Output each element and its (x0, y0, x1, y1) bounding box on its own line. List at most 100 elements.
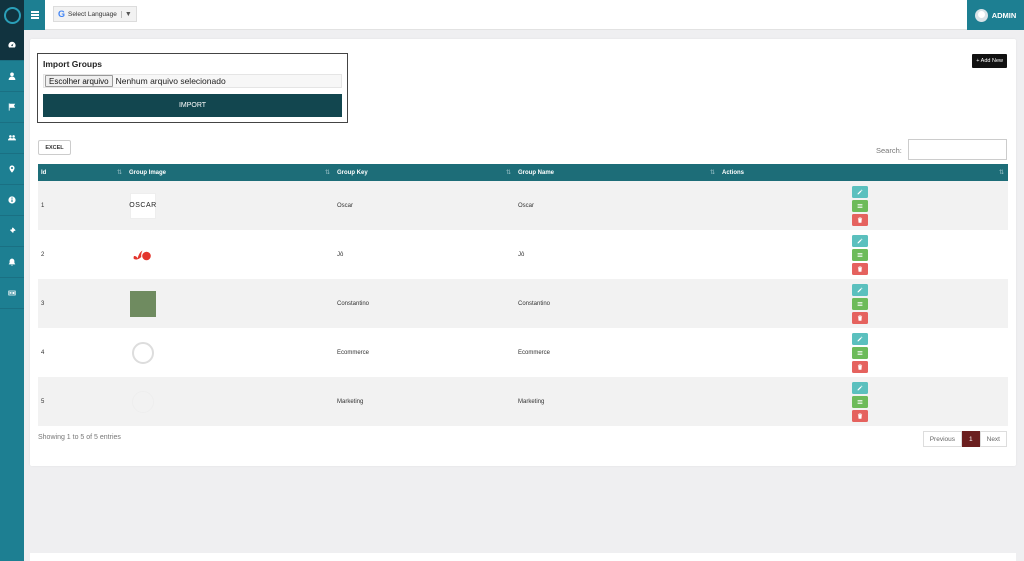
delete-button[interactable] (852, 409, 868, 422)
group-image-jo (130, 242, 156, 268)
view-button[interactable] (852, 248, 868, 261)
user-icon (8, 72, 16, 80)
cell-actions (719, 377, 1008, 426)
id-card-icon (8, 290, 16, 296)
delete-button[interactable] (852, 311, 868, 324)
list-icon (857, 301, 863, 306)
cell-actions (719, 181, 1008, 230)
cell-name: Oscar (515, 181, 719, 230)
info-icon (8, 196, 16, 204)
add-new-button[interactable]: + Add New (972, 54, 1007, 68)
users-icon (8, 135, 16, 141)
list-icon (857, 350, 863, 355)
edit-button[interactable] (852, 332, 868, 345)
next-page-button[interactable]: Next (979, 431, 1007, 447)
cell-key: Jô (334, 230, 515, 279)
cell-name: Marketing (515, 377, 719, 426)
page-1-button[interactable]: 1 (962, 431, 980, 447)
sort-icon: ⇅ (709, 170, 715, 176)
sort-icon: ⇅ (116, 170, 122, 176)
edit-icon (857, 238, 863, 243)
cell-id: 2 (38, 230, 126, 279)
ticket-icon (10, 227, 16, 233)
sidebar-item-notifications[interactable] (0, 247, 24, 278)
edit-button[interactable] (852, 283, 868, 296)
cell-name: Ecommerce (515, 328, 719, 377)
cell-id: 1 (38, 181, 126, 230)
table-row: 1 OSCAR Oscar Oscar (38, 181, 1008, 230)
admin-menu[interactable]: ADMIN (967, 0, 1024, 30)
table-row: 5 Marketing Marketing (38, 377, 1008, 426)
column-header-group-name[interactable]: Group Name ⇅ (515, 164, 719, 181)
menu-toggle-button[interactable] (24, 0, 45, 30)
logo[interactable] (0, 0, 24, 30)
map-marker-icon (9, 165, 15, 173)
search-input[interactable] (908, 139, 1007, 160)
cell-key: Constantino (334, 279, 515, 328)
language-label: Select Language (68, 10, 117, 18)
cell-image (126, 328, 334, 377)
previous-page-button[interactable]: Previous (922, 431, 962, 447)
table-row: 4 Ecommerce Ecommerce (38, 328, 1008, 377)
sidebar-item-flag[interactable] (0, 92, 24, 123)
column-header-group-key[interactable]: Group Key ⇅ (334, 164, 515, 181)
entries-info: Showing 1 to 5 of 5 entries (38, 434, 121, 441)
secondary-panel (30, 553, 1016, 561)
search-label: Search: (876, 146, 902, 155)
sidebar-item-location[interactable] (0, 154, 24, 185)
view-button[interactable] (852, 199, 868, 212)
table-row: 2 Jô Jô (38, 230, 1008, 279)
delete-button[interactable] (852, 360, 868, 373)
column-header-group-image[interactable]: Group Image ⇅ (126, 164, 334, 181)
admin-label: ADMIN (991, 10, 1017, 20)
trash-icon (857, 363, 863, 370)
cell-image (126, 230, 334, 279)
import-title: Import Groups (43, 59, 103, 69)
column-header-id[interactable]: Id ⇅ (38, 164, 126, 181)
trash-icon (857, 216, 863, 223)
edit-icon (857, 189, 863, 194)
file-input[interactable]: Escolher arquivo Nenhum arquivo selecion… (43, 74, 342, 88)
group-image-ecommerce (130, 340, 156, 366)
view-button[interactable] (852, 395, 868, 408)
sidebar-item-ticket[interactable] (0, 216, 24, 247)
table-row: 3 Constantino Constantino (38, 279, 1008, 328)
sort-icon: ⇅ (324, 170, 330, 176)
sidebar-item-dashboard[interactable] (0, 30, 24, 61)
excel-export-button[interactable]: EXCEL (38, 140, 71, 155)
dashboard-icon (8, 41, 16, 48)
sidebar (0, 0, 24, 561)
column-header-actions[interactable]: Actions ⇅ (719, 164, 1008, 181)
cell-key: Ecommerce (334, 328, 515, 377)
delete-button[interactable] (852, 213, 868, 226)
edit-button[interactable] (852, 185, 868, 198)
edit-button[interactable] (852, 381, 868, 394)
delete-button[interactable] (852, 262, 868, 275)
cell-key: Oscar (334, 181, 515, 230)
hamburger-icon (30, 14, 39, 16)
cell-actions (719, 328, 1008, 377)
cell-actions (719, 230, 1008, 279)
edit-button[interactable] (852, 234, 868, 247)
group-image-oscar: OSCAR (129, 192, 156, 219)
sort-icon: ⇅ (998, 170, 1004, 176)
sidebar-item-user[interactable] (0, 61, 24, 92)
sidebar-item-users[interactable] (0, 123, 24, 154)
list-icon (857, 252, 863, 257)
trash-icon (857, 265, 863, 272)
language-selector[interactable]: G Select Language ▼ (53, 6, 137, 22)
sidebar-item-info[interactable] (0, 185, 24, 216)
view-button[interactable] (852, 297, 868, 310)
cell-id: 3 (38, 279, 126, 328)
cell-id: 5 (38, 377, 126, 426)
import-button[interactable]: IMPORT (43, 94, 342, 117)
cell-image (126, 377, 334, 426)
pagination: Previous 1 Next (922, 431, 1007, 447)
cell-image (126, 279, 334, 328)
view-button[interactable] (852, 346, 868, 359)
cell-name: Jô (515, 230, 719, 279)
choose-file-button[interactable]: Escolher arquivo (45, 75, 113, 87)
sidebar-item-idcard[interactable] (0, 278, 24, 309)
main-panel: Import Groups Escolher arquivo Nenhum ar… (30, 39, 1016, 466)
sort-icon: ⇅ (505, 170, 511, 176)
